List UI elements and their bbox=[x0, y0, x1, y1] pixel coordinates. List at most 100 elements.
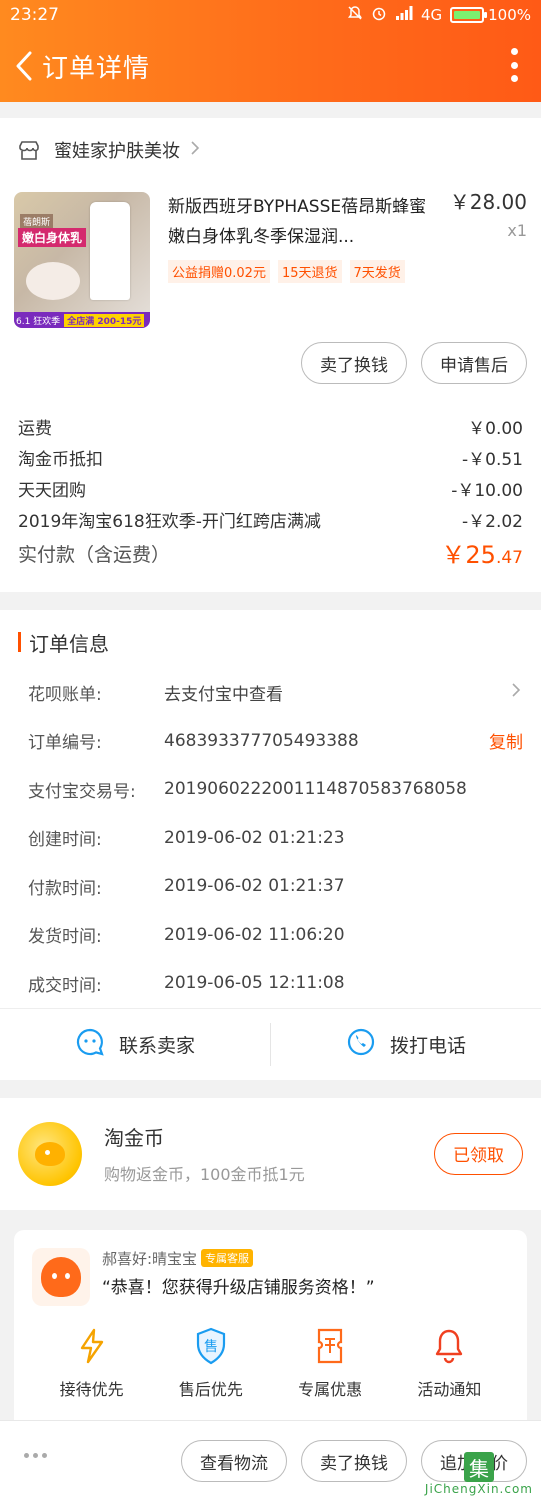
product-price: ￥28.00 bbox=[449, 190, 527, 214]
call-label: 拨打电话 bbox=[389, 1034, 466, 1057]
fee-value: ￥0.00 bbox=[468, 419, 523, 439]
fee-row: 天天团购 -￥10.00 bbox=[18, 476, 523, 507]
info-key: 花呗账单: bbox=[28, 684, 102, 705]
svg-text:售: 售 bbox=[204, 1339, 218, 1355]
copy-button[interactable]: 复制 bbox=[489, 728, 523, 753]
store-row[interactable]: 蜜娃家护肤美妆 bbox=[0, 118, 541, 182]
watermark-icon: 集 bbox=[463, 1452, 494, 1482]
info-value: 去支付宝中查看 bbox=[164, 684, 283, 705]
mascot-avatar bbox=[32, 1247, 90, 1306]
bottom-action-bar: 查看物流 卖了换钱 追加评价 集 JiChengXin.com bbox=[0, 1420, 541, 1500]
coins-section: 淘金币 购物返金币，100金币抵1元 已领取 bbox=[0, 1097, 541, 1210]
total-amount: ￥25.47 bbox=[441, 540, 523, 574]
order-info-section: 订单信息 花呗账单: 去支付宝中查看 订单编号: 468393377705493… bbox=[0, 610, 541, 1080]
info-key: 创建时间: bbox=[28, 830, 102, 851]
contact-bar: 联系卖家 拨打电话 bbox=[0, 1007, 541, 1080]
product-thumbnail[interactable]: 蓓朗斯 嫩白身体乳 6.1 狂欢季 全店满 200-15元 bbox=[14, 192, 150, 328]
status-icons: 4G 100% bbox=[347, 5, 531, 25]
product-item[interactable]: 蓓朗斯 嫩白身体乳 6.1 狂欢季 全店满 200-15元 新版西班牙BYPHA… bbox=[0, 182, 541, 332]
store-icon bbox=[18, 139, 40, 161]
info-row-paid: 付款时间: 2019-06-02 01:21:37 bbox=[0, 862, 541, 911]
call-button[interactable]: 拨打电话 bbox=[271, 1009, 541, 1080]
info-key: 发货时间: bbox=[28, 927, 102, 948]
more-dots-icon[interactable] bbox=[24, 1453, 47, 1458]
order-info-list: 花呗账单: 去支付宝中查看 订单编号: 468393377705493388 复… bbox=[0, 658, 541, 1008]
feature-label: 专属优惠 bbox=[298, 1379, 363, 1399]
product-tags: 公益捐赠0.02元 15天退货 7天发货 bbox=[168, 260, 440, 283]
fee-row: 淘金币抵扣 -￥0.51 bbox=[18, 445, 523, 476]
store-name: 蜜娃家护肤美妆 bbox=[54, 141, 180, 162]
contact-seller-button[interactable]: 联系卖家 bbox=[0, 1009, 270, 1080]
battery-indicator: 100% bbox=[450, 6, 531, 24]
product-tag: 公益捐赠0.02元 bbox=[168, 260, 270, 283]
info-row-shipped: 发货时间: 2019-06-02 11:06:20 bbox=[0, 911, 541, 960]
bottle-shape bbox=[90, 202, 130, 300]
service-badge: 专属客服 bbox=[201, 1249, 254, 1267]
coin-icon bbox=[18, 1121, 82, 1186]
product-tag: 15天退货 bbox=[277, 260, 342, 283]
service-card: 郝喜好:晴宝宝 专属客服 “恭喜！您获得升级店铺服务资格！” 接待优先 售 售后… bbox=[14, 1229, 527, 1430]
chevron-right-icon bbox=[190, 140, 200, 160]
watermark-text: JiChengXin.com bbox=[424, 1482, 533, 1496]
feature-priority-reception[interactable]: 接待优先 bbox=[37, 1326, 147, 1400]
coins-desc: 购物返金币，100金币抵1元 bbox=[104, 1165, 305, 1184]
thumb-promo-label: 6.1 狂欢季 bbox=[16, 316, 61, 327]
feature-event-notice[interactable]: 活动通知 bbox=[394, 1326, 504, 1400]
view-logistics-button[interactable]: 查看物流 bbox=[181, 1440, 287, 1482]
info-row-order-number: 订单编号: 468393377705493388 复制 bbox=[0, 717, 541, 766]
battery-fill bbox=[454, 11, 481, 19]
thumb-name-label: 嫩白身体乳 bbox=[18, 228, 87, 247]
lotion-shape bbox=[26, 262, 80, 300]
mute-icon bbox=[347, 5, 363, 25]
info-row-created: 创建时间: 2019-06-02 01:21:23 bbox=[0, 814, 541, 863]
coins-claimed-button[interactable]: 已领取 bbox=[434, 1132, 523, 1175]
app-header: 订单详情 bbox=[0, 30, 541, 102]
bell-icon bbox=[429, 1326, 469, 1366]
thumb-brand-label: 蓓朗斯 bbox=[20, 214, 54, 229]
info-key: 支付宝交易号: bbox=[28, 781, 136, 802]
fee-label: 2019年淘宝618狂欢季-开门红跨店满减 bbox=[18, 512, 321, 532]
fee-value: -￥0.51 bbox=[462, 450, 523, 470]
info-value: 2019-06-02 11:06:20 bbox=[164, 924, 345, 945]
sell-exchange-button[interactable]: 卖了换钱 bbox=[301, 1440, 407, 1482]
info-value: 2019-06-05 12:11:08 bbox=[164, 973, 345, 994]
info-value: 2019-06-02 01:21:23 bbox=[164, 827, 345, 848]
order-card: 蜜娃家护肤美妆 蓓朗斯 嫩白身体乳 6.1 狂欢季 全店满 200-15元 新版… bbox=[0, 118, 541, 592]
back-arrow-icon[interactable] bbox=[10, 46, 38, 86]
service-message: 郝喜好:晴宝宝 专属客服 “恭喜！您获得升级店铺服务资格！” bbox=[102, 1248, 375, 1306]
product-quantity: x1 bbox=[507, 221, 527, 240]
feature-label: 活动通知 bbox=[417, 1379, 482, 1399]
product-title: 新版西班牙BYPHASSE蓓昂斯蜂蜜嫩白身体乳冬季保湿润... bbox=[168, 197, 427, 247]
total-currency: ￥ bbox=[441, 541, 466, 569]
fee-label: 运费 bbox=[18, 419, 52, 439]
more-menu-icon[interactable] bbox=[511, 48, 519, 82]
service-agent-name: 郝喜好:晴宝宝 bbox=[102, 1249, 198, 1268]
info-row-huabei[interactable]: 花呗账单: 去支付宝中查看 bbox=[0, 668, 541, 717]
phone-icon bbox=[346, 1027, 376, 1062]
chevron-right-icon bbox=[511, 682, 521, 703]
sell-exchange-button[interactable]: 卖了换钱 bbox=[301, 342, 407, 384]
page-title: 订单详情 bbox=[42, 53, 151, 84]
fee-row: 2019年淘宝618狂欢季-开门红跨店满减 -￥2.02 bbox=[18, 507, 523, 538]
after-sales-button[interactable]: 申请售后 bbox=[421, 342, 527, 384]
section-title: 订单信息 bbox=[0, 626, 541, 658]
product-price-block: ￥28.00 x1 bbox=[450, 186, 527, 240]
info-key: 成交时间: bbox=[28, 975, 102, 996]
info-row-completed: 成交时间: 2019-06-05 12:11:08 bbox=[0, 959, 541, 1008]
total-label: 实付款（含运费） bbox=[18, 544, 171, 566]
fee-breakdown: 运费 ￥0.00 淘金币抵扣 -￥0.51 天天团购 -￥10.00 2019年淘宝6… bbox=[0, 394, 541, 592]
fee-label: 天天团购 bbox=[18, 481, 86, 501]
top-bar: 23:27 4G 100% 订单详情 bbox=[0, 0, 541, 102]
service-wrapper: 郝喜好:晴宝宝 专属客服 “恭喜！您获得升级店铺服务资格！” 接待优先 售 售后… bbox=[0, 1222, 541, 1442]
coins-title: 淘金币 bbox=[104, 1126, 164, 1150]
coins-text: 淘金币 购物返金币，100金币抵1元 bbox=[104, 1122, 305, 1185]
info-key: 付款时间: bbox=[28, 878, 102, 899]
service-header[interactable]: 郝喜好:晴宝宝 专属客服 “恭喜！您获得升级店铺服务资格！” bbox=[32, 1247, 509, 1306]
total-decimal: .47 bbox=[495, 548, 523, 568]
info-value: 2019060222001114870583768058 bbox=[164, 779, 467, 800]
feature-after-sales[interactable]: 售 售后优先 bbox=[156, 1326, 266, 1400]
watermark-logo: 集 JiChengXin.com bbox=[425, 1452, 533, 1496]
service-features: 接待优先 售 售后优先 专属优惠 活动通知 bbox=[32, 1326, 509, 1400]
status-time: 23:27 bbox=[10, 5, 59, 25]
feature-exclusive-discount[interactable]: 专属优惠 bbox=[275, 1326, 385, 1400]
